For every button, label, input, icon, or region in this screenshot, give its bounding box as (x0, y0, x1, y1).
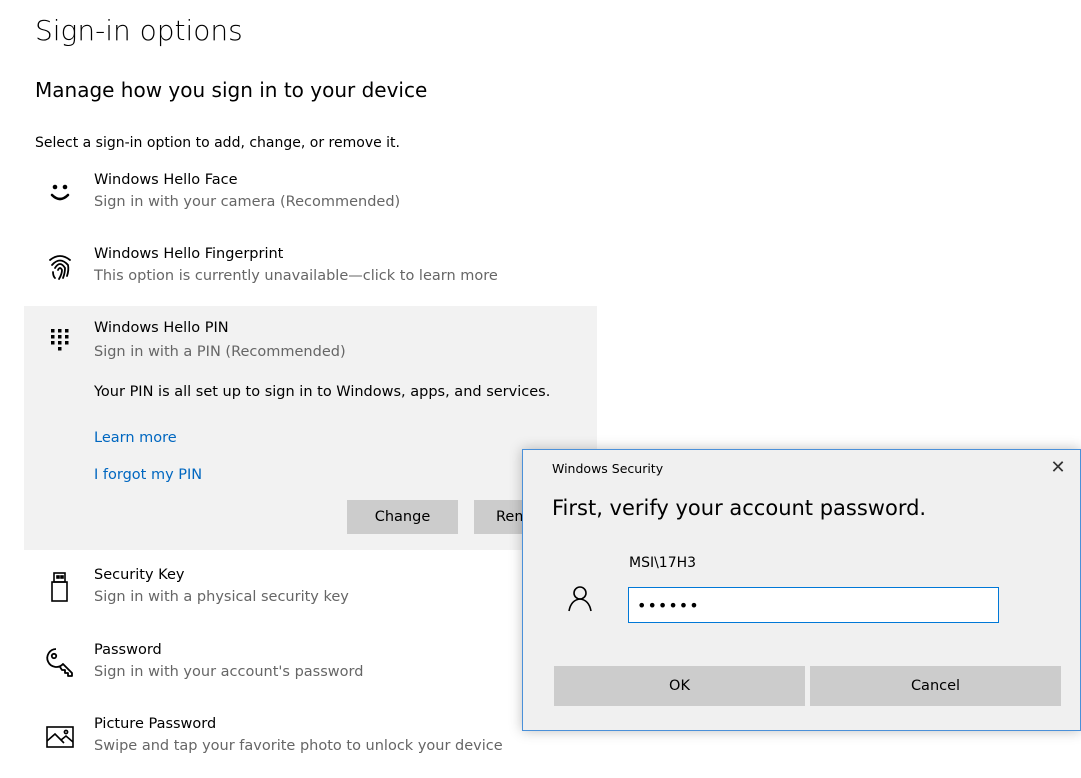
option-name: Picture Password (94, 716, 217, 732)
option-desc: Sign in with your account's password (94, 664, 364, 680)
option-password[interactable]: Password Sign in with your account's pas… (24, 642, 597, 692)
option-name: Password (94, 642, 162, 658)
pin-status-text: Your PIN is all set up to sign in to Win… (94, 384, 551, 400)
user-icon (568, 586, 592, 612)
ok-button[interactable]: OK (554, 666, 805, 706)
keypad-icon (51, 329, 69, 351)
forgot-pin-link[interactable]: I forgot my PIN (94, 467, 202, 483)
option-desc: This option is currently unavailable—cli… (94, 268, 498, 284)
windows-security-dialog: Windows Security ✕ First, verify your ac… (522, 449, 1081, 731)
option-windows-hello-face[interactable]: Windows Hello Face Sign in with your cam… (24, 172, 597, 222)
change-pin-button[interactable]: Change (347, 500, 458, 534)
option-desc: Swipe and tap your favorite photo to unl… (94, 738, 503, 754)
option-desc: Sign in with a PIN (Recommended) (94, 344, 346, 360)
option-name: Windows Hello PIN (94, 320, 229, 336)
page-title: Sign-in options (35, 14, 243, 47)
intro-text: Select a sign-in option to add, change, … (35, 135, 400, 151)
option-windows-hello-fingerprint[interactable]: Windows Hello Fingerprint This option is… (24, 246, 597, 296)
close-icon[interactable]: ✕ (1046, 456, 1070, 480)
dialog-heading: First, verify your account password. (552, 496, 927, 520)
fingerprint-icon (49, 255, 71, 280)
option-name: Security Key (94, 567, 185, 583)
dialog-title: Windows Security (552, 461, 664, 476)
learn-more-link[interactable]: Learn more (94, 430, 177, 446)
picture-icon (46, 726, 74, 748)
smiley-face-icon (50, 184, 70, 201)
key-icon (46, 648, 73, 677)
option-windows-hello-pin[interactable]: Windows Hello PIN Sign in with a PIN (Re… (24, 306, 597, 550)
cancel-button[interactable]: Cancel (810, 666, 1061, 706)
option-picture-password[interactable]: Picture Password Swipe and tap your favo… (24, 716, 597, 766)
password-input[interactable] (628, 587, 999, 623)
option-name: Windows Hello Face (94, 172, 238, 188)
account-username: MSI\17H3 (629, 555, 697, 571)
option-desc: Sign in with a physical security key (94, 589, 349, 605)
usb-key-icon (51, 572, 68, 602)
option-security-key[interactable]: Security Key Sign in with a physical sec… (24, 567, 597, 617)
section-title: Manage how you sign in to your device (35, 78, 428, 102)
option-name: Windows Hello Fingerprint (94, 246, 284, 262)
option-desc: Sign in with your camera (Recommended) (94, 194, 401, 210)
